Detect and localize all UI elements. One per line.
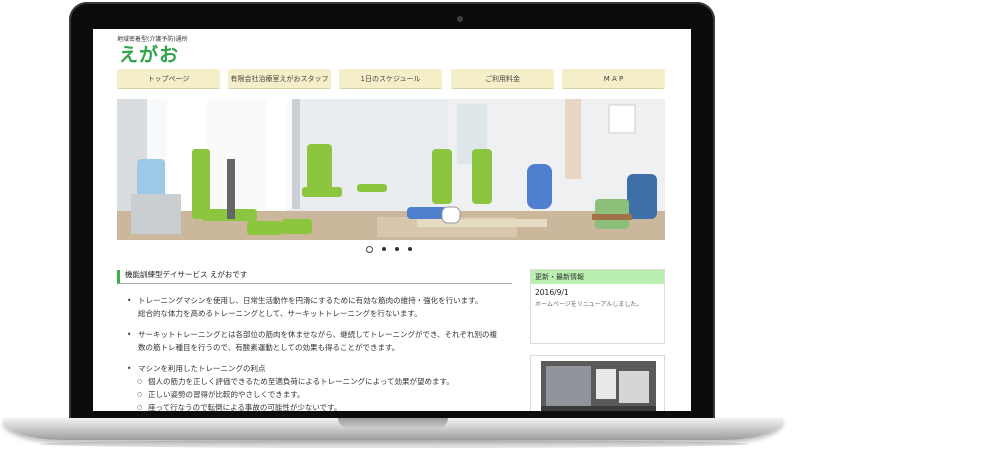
slider-dot-3[interactable] — [395, 247, 399, 251]
laptop-notch — [338, 418, 448, 428]
nav-item-top[interactable]: トップページ — [117, 69, 220, 89]
slider-dots — [366, 246, 426, 254]
news-box: 更新・最新情報 2016/9/1 ホームページをリニューアルしました。 — [530, 269, 665, 344]
nav-item-map[interactable]: M A P — [562, 69, 665, 89]
entrance-image — [541, 361, 656, 411]
site-logo[interactable]: えがお — [119, 40, 179, 67]
main-nav: トップページ 有限会社治療室えがおスタッフ 1日のスケジュール ご利用料金 M … — [117, 69, 665, 89]
slider-dot-1[interactable] — [366, 246, 373, 253]
main-content: トレーニングマシンを使用し、日常生活動作を円滑にするために有効な筋肉の維持・強化… — [117, 294, 517, 411]
paragraph-2-line-1: サーキットトレーニングとは各部位の筋肉を休ませながら、継続してトレーニングができ… — [138, 330, 498, 339]
paragraph-1-line-1: トレーニングマシンを使用し、日常生活動作を円滑にするために有効な筋肉の維持・強化… — [138, 296, 483, 305]
nav-item-pricing[interactable]: ご利用料金 — [451, 69, 554, 89]
slider-dot-2[interactable] — [382, 247, 386, 251]
paragraph-1: トレーニングマシンを使用し、日常生活動作を円滑にするために有効な筋肉の維持・強化… — [127, 294, 517, 320]
nav-item-schedule[interactable]: 1日のスケジュール — [339, 69, 442, 89]
news-header: 更新・最新情報 — [531, 270, 664, 284]
laptop-shadow — [40, 440, 750, 448]
entrance-photo[interactable] — [541, 361, 656, 411]
benefit-item-2: 正しい姿勢の習得が比較的やさしくできます。 — [129, 388, 517, 401]
news-text[interactable]: ホームページをリニューアルしました。 — [531, 297, 664, 308]
browser-screen: 地域密着型(介護予防)通所 えがお トップページ 有限会社治療室えがおスタッフ … — [93, 29, 691, 411]
benefits-title: マシンを利用したトレーニングの利点 — [127, 362, 517, 375]
news-date: 2016/9/1 — [535, 288, 569, 297]
paragraph-2-line-2: 数の筋トレ種目を行うので、有酸素運動としての効果も得ることができます。 — [138, 343, 400, 352]
slider-dot-4[interactable] — [408, 247, 412, 251]
benefit-item-1: 個人の筋力を正しく評価できるため至適負荷によるトレーニングによって効果が望めます… — [129, 375, 517, 388]
benefit-item-3: 座って行なうので転倒による事故の可能性が少ないです。 — [129, 401, 517, 411]
hero-slide-photo — [117, 99, 665, 240]
side-photo-box — [530, 355, 665, 411]
paragraph-2: サーキットトレーニングとは各部位の筋肉を休ませながら、継続してトレーニングができ… — [127, 328, 517, 354]
paragraph-1-line-2: 総合的な体力を高めるトレーニングとして、サーキットトレーニングを行ないます。 — [138, 309, 422, 318]
gym-room-image — [117, 99, 665, 240]
camera-icon — [457, 16, 463, 22]
nav-item-staff[interactable]: 有限会社治療室えがおスタッフ — [228, 69, 331, 89]
main-heading: 機能訓練型デイサービス えがおです — [117, 270, 512, 284]
